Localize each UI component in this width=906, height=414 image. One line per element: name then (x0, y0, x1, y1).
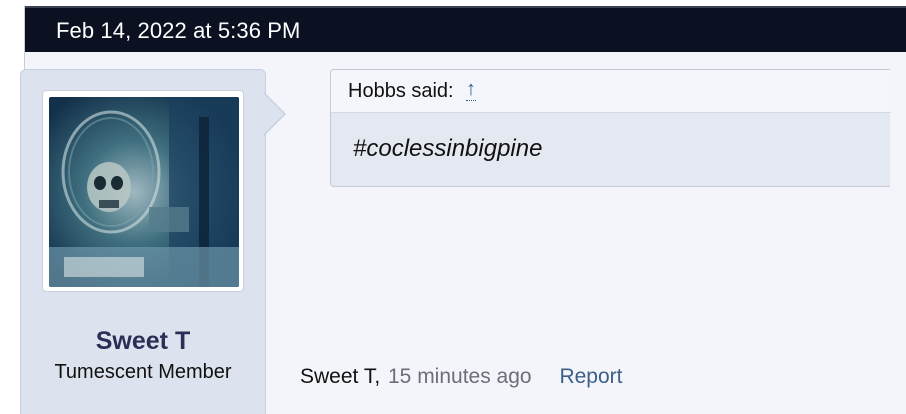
skull-icon (49, 97, 239, 287)
page: Feb 14, 2022 at 5:36 PM Sweet T Tumescen… (0, 0, 906, 414)
post-timestamp[interactable]: 15 minutes ago (388, 365, 532, 388)
avatar[interactable] (42, 90, 244, 292)
report-link[interactable]: Report (559, 365, 622, 388)
jump-to-quote-icon[interactable]: ↑ (466, 78, 476, 101)
post-date[interactable]: Feb 14, 2022 at 5:36 PM (56, 18, 300, 44)
quote-block: Hobbs said: ↑ #coclessinbigpine (330, 69, 891, 187)
post-meta: Sweet T, 15 minutes ago Report (300, 365, 622, 389)
quote-header: Hobbs said: ↑ (331, 70, 891, 113)
quote-text: #coclessinbigpine (353, 135, 543, 162)
post-header: Feb 14, 2022 at 5:36 PM (25, 6, 906, 52)
quote-author: Hobbs said: (348, 80, 454, 102)
username[interactable]: Sweet T (20, 327, 266, 356)
user-title: Tumescent Member (54, 361, 232, 383)
avatar-image[interactable] (49, 97, 239, 287)
meta-author[interactable]: Sweet T, (300, 365, 380, 388)
user-panel-arrow-fill (263, 93, 284, 135)
